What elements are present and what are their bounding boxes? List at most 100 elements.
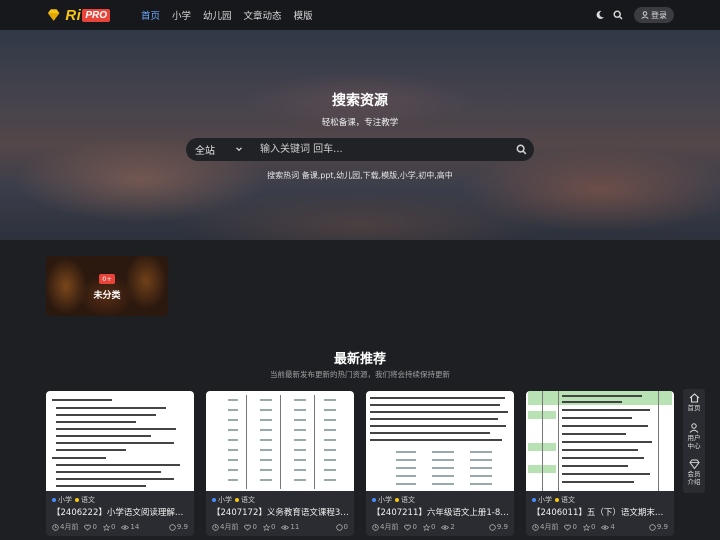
- hot-search: 搜索热词 备课,ppt,幼儿园,下载,模版,小学,初中,高中: [0, 170, 720, 181]
- category-card-uncategorized[interactable]: 0+ 未分类: [46, 256, 168, 316]
- star-icon: [422, 523, 430, 531]
- post-meta: 4月前 0 0 11 0: [212, 522, 348, 532]
- side-vip-button[interactable]: 会员介绍: [683, 459, 705, 486]
- search-category-select[interactable]: 全站: [186, 138, 248, 161]
- category-name: 未分类: [93, 291, 121, 301]
- search-input[interactable]: [248, 138, 508, 161]
- post-tag[interactable]: 小学: [58, 495, 72, 505]
- post-views: 4: [601, 523, 615, 531]
- moon-icon[interactable]: [594, 9, 606, 21]
- coin-icon: [335, 523, 343, 531]
- login-button[interactable]: 登录: [634, 7, 674, 23]
- eye-icon: [281, 524, 290, 530]
- side-home-button[interactable]: 首页: [683, 393, 705, 413]
- coin-icon: [169, 523, 176, 531]
- clock-icon: [52, 523, 59, 531]
- nav-item-primary-school[interactable]: 小学: [172, 8, 191, 22]
- chevron-down-icon: [236, 147, 242, 152]
- post-tags: 小学 语文: [372, 495, 415, 505]
- post-time: 4月前: [372, 522, 398, 532]
- side-user-center-button[interactable]: 用户中心: [683, 423, 705, 450]
- gem-logo-icon: [47, 9, 60, 21]
- post-thumbnail[interactable]: [526, 391, 674, 491]
- post-time: 4月前: [52, 522, 78, 532]
- post-likes: 0: [564, 523, 577, 531]
- post-tag[interactable]: 语文: [81, 495, 95, 505]
- heart-icon: [564, 524, 572, 531]
- post-time: 4月前: [212, 522, 238, 532]
- search-category-value: 全站: [195, 146, 215, 157]
- nav-item-home[interactable]: 首页: [141, 8, 160, 22]
- search-bar: 全站: [186, 138, 534, 161]
- star-icon: [582, 523, 590, 531]
- post-time: 4月前: [532, 522, 558, 532]
- post-meta: 4月前 0 0 2 9.9: [372, 522, 508, 532]
- post-title[interactable]: 【2407211】六年级语文上册1-8单元...: [372, 506, 510, 518]
- clock-icon: [532, 523, 539, 531]
- eye-icon: [601, 524, 610, 530]
- post-card[interactable]: 小学 语文 【2406222】小学语文阅读理解答题技巧... 4月前 0 0 1…: [46, 391, 194, 536]
- user-icon: [641, 11, 649, 19]
- site-logo[interactable]: Ri PRO: [46, 5, 110, 25]
- section-subtitle: 当前最新发布更新的热门资源，我们将会持续保持更新: [270, 370, 450, 379]
- post-favs: 0: [422, 523, 435, 531]
- post-price: 9.9: [489, 523, 508, 531]
- hero-title: 搜索资源: [332, 93, 388, 109]
- hot-search-words[interactable]: 备课,ppt,幼儿园,下载,模版,小学,初中,高中: [302, 171, 453, 180]
- hot-search-label: 搜索热词: [267, 171, 300, 180]
- clock-icon: [212, 523, 219, 531]
- hero-subtitle: 轻松备课，专注教学: [321, 118, 399, 128]
- search-icon[interactable]: [612, 9, 624, 21]
- post-title[interactable]: 【2406222】小学语文阅读理解答题技巧...: [52, 506, 190, 518]
- nav-item-articles[interactable]: 文章动态: [244, 8, 282, 22]
- post-card[interactable]: 小学 语文 【2407211】六年级语文上册1-8单元... 4月前 0 0 2…: [366, 391, 514, 536]
- post-thumbnail[interactable]: [46, 391, 194, 491]
- post-favs: 0: [582, 523, 595, 531]
- post-tag[interactable]: 语文: [241, 495, 255, 505]
- post-likes: 0: [84, 523, 97, 531]
- post-meta: 4月前 0 0 14 9.9: [52, 522, 188, 532]
- post-card[interactable]: 小学 语文 【2407172】义务教育语文课程3500个... 4月前 0 0 …: [206, 391, 354, 536]
- clock-icon: [372, 523, 379, 531]
- post-tag[interactable]: 语文: [401, 495, 415, 505]
- eye-icon: [441, 524, 450, 530]
- post-title[interactable]: 【2407172】义务教育语文课程3500个...: [212, 506, 350, 518]
- category-count-badge: 0+: [99, 274, 115, 284]
- nav-item-templates[interactable]: 模版: [294, 8, 313, 22]
- user-icon: [689, 423, 699, 433]
- search-submit-icon[interactable]: [508, 138, 534, 161]
- post-tags: 小学 语文: [532, 495, 575, 505]
- post-tag[interactable]: 语文: [561, 495, 575, 505]
- login-label: 登录: [651, 10, 667, 20]
- post-tags: 小学 语文: [212, 495, 255, 505]
- post-meta: 4月前 0 0 4 9.9: [532, 522, 668, 532]
- post-tag[interactable]: 小学: [378, 495, 392, 505]
- post-price: 9.9: [649, 523, 668, 531]
- post-views: 2: [441, 523, 455, 531]
- side-vip-label: 会员介绍: [687, 470, 701, 486]
- heart-icon: [404, 524, 412, 531]
- coin-icon: [489, 523, 496, 531]
- home-icon: [689, 393, 699, 403]
- post-tags: 小学 语文: [52, 495, 95, 505]
- main-nav: 首页 小学 幼儿园 文章动态 模版: [141, 0, 325, 30]
- logo-text: Ri: [65, 6, 82, 24]
- side-home-label: 首页: [687, 404, 701, 412]
- post-favs: 0: [102, 523, 115, 531]
- post-price: 0: [335, 523, 348, 531]
- heart-icon: [244, 524, 252, 531]
- post-title[interactable]: 【2406011】五（下）语文期末复习单: [532, 506, 670, 518]
- top-header: Ri PRO 首页 小学 幼儿园 文章动态 模版 登录: [0, 0, 720, 30]
- post-thumbnail[interactable]: [206, 391, 354, 491]
- post-card[interactable]: 小学 语文 【2406011】五（下）语文期末复习单 4月前 0 0 4 9.9: [526, 391, 674, 536]
- hero-banner: 搜索资源 轻松备课，专注教学 全站 搜索热词 备课,ppt,幼儿园,下载,模版,…: [0, 30, 720, 240]
- section-title: 最新推荐: [333, 352, 386, 367]
- post-likes: 0: [244, 523, 257, 531]
- post-tag[interactable]: 小学: [538, 495, 552, 505]
- post-tag[interactable]: 小学: [218, 495, 232, 505]
- side-user-center-label: 用户中心: [687, 434, 701, 450]
- header-actions: 登录: [594, 0, 674, 30]
- post-thumbnail[interactable]: [366, 391, 514, 491]
- nav-item-kindergarten[interactable]: 幼儿园: [203, 8, 232, 22]
- heart-icon: [84, 524, 92, 531]
